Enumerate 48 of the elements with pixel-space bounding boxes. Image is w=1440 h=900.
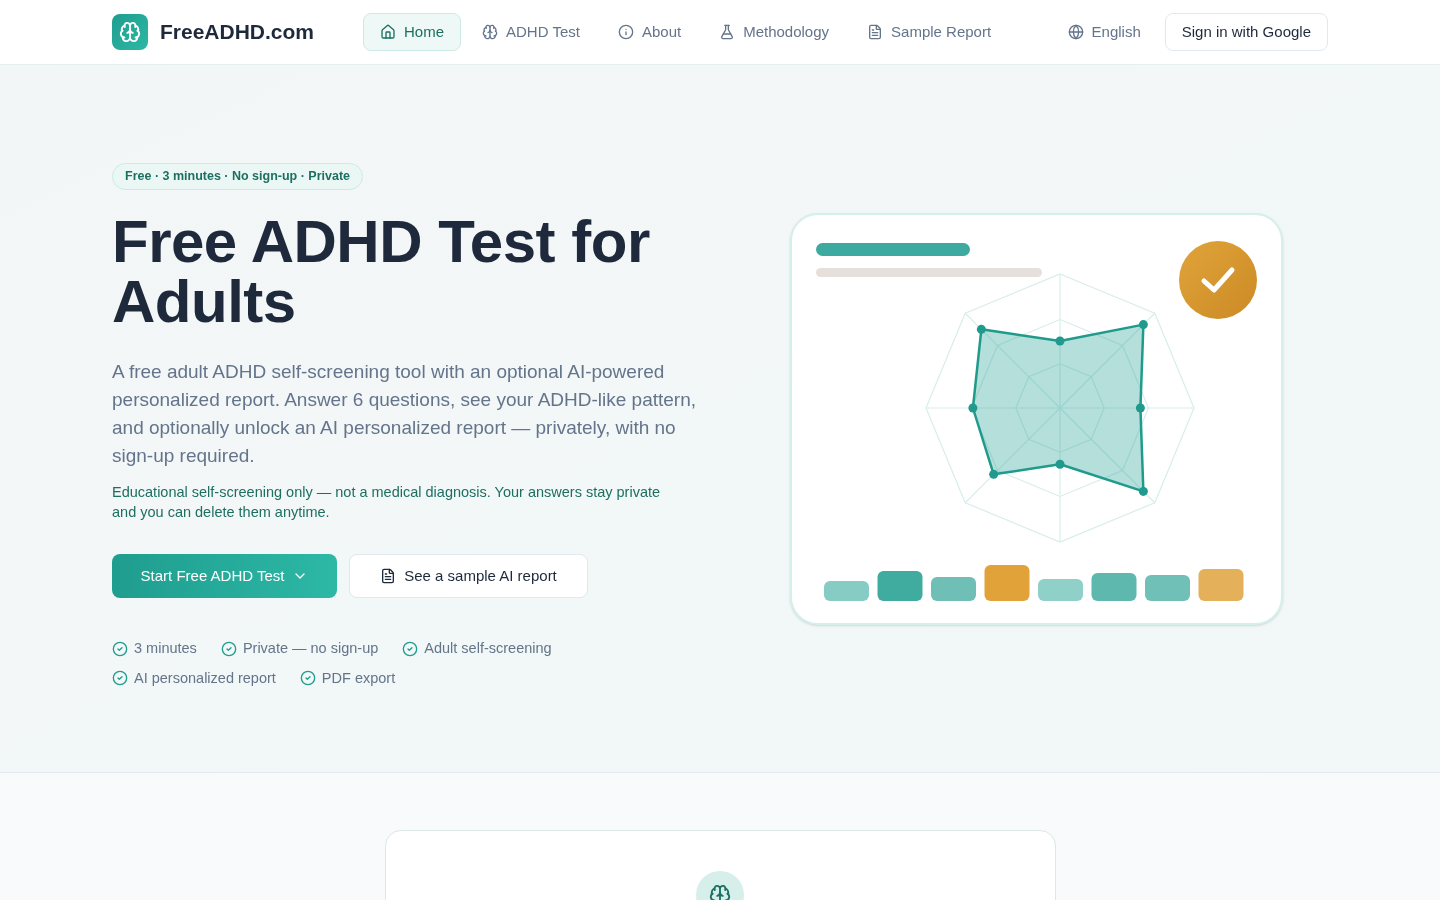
tagline-badge: Free · 3 minutes · No sign-up · Private — [112, 163, 364, 190]
radar-point — [976, 324, 986, 334]
globe-icon — [1067, 24, 1084, 40]
start-test-button[interactable]: Start Free ADHD Test — [112, 553, 337, 598]
radar-point — [989, 469, 999, 479]
radar-point — [1055, 336, 1065, 346]
check-circle-icon — [112, 640, 128, 657]
feature-label: PDF export — [321, 668, 396, 688]
language-selector[interactable]: English — [1055, 13, 1153, 51]
brain-logo-icon — [112, 14, 148, 50]
nav-link[interactable]: Sample Report — [850, 13, 1009, 51]
bar — [984, 565, 1030, 601]
radar-point — [1135, 403, 1145, 413]
bar — [824, 581, 869, 601]
document-icon — [380, 567, 397, 584]
check-circle-icon — [112, 670, 128, 687]
feature-label: Private — no sign-up — [242, 638, 379, 658]
document-icon — [867, 24, 884, 40]
feature-label: AI personalized report — [134, 668, 276, 688]
brain-icon — [482, 24, 498, 40]
check-circle-icon — [402, 640, 419, 657]
brand-name[interactable]: FreeADHD.com — [160, 16, 315, 48]
bar — [877, 571, 923, 601]
disclaimer-text: Educational self-screening only — not a medical diagnosis. Your answers stay private and you can delete them anytime. — [112, 482, 662, 522]
bar — [931, 577, 976, 601]
bar — [1091, 573, 1137, 601]
check-circle-icon — [299, 670, 316, 687]
hero-title: Free ADHD Test for Adults — [112, 211, 651, 332]
radar-point — [1055, 459, 1065, 469]
nav-link[interactable]: ADHD Test — [465, 13, 597, 51]
home-icon — [380, 24, 396, 40]
bar — [1198, 569, 1244, 601]
bar — [1038, 579, 1083, 601]
feature-label: Adult self-screening — [424, 638, 552, 658]
radar-point — [968, 403, 978, 413]
sample-report-button[interactable]: See a sample AI report — [349, 553, 588, 598]
hero-description: A free adult ADHD self-screening tool with an optional AI-powered personalized report. Answer 6 questions, see your ADHD-like pattern, and optionally unlock an AI personalized report — privately, with no sign-up required. — [112, 359, 698, 468]
sign-in-button[interactable]: Sign in with Google — [1164, 13, 1328, 51]
nav-link[interactable]: Home — [363, 13, 461, 51]
info-icon — [617, 24, 634, 40]
flask-icon — [719, 24, 736, 40]
radar-point — [1138, 486, 1148, 496]
feature-label: 3 minutes — [134, 638, 197, 658]
radar-point — [1138, 320, 1148, 330]
nav-link[interactable]: Methodology — [702, 13, 847, 51]
check-circle-icon — [220, 640, 237, 657]
nav-link[interactable]: About — [600, 13, 699, 51]
bar — [1145, 575, 1190, 601]
